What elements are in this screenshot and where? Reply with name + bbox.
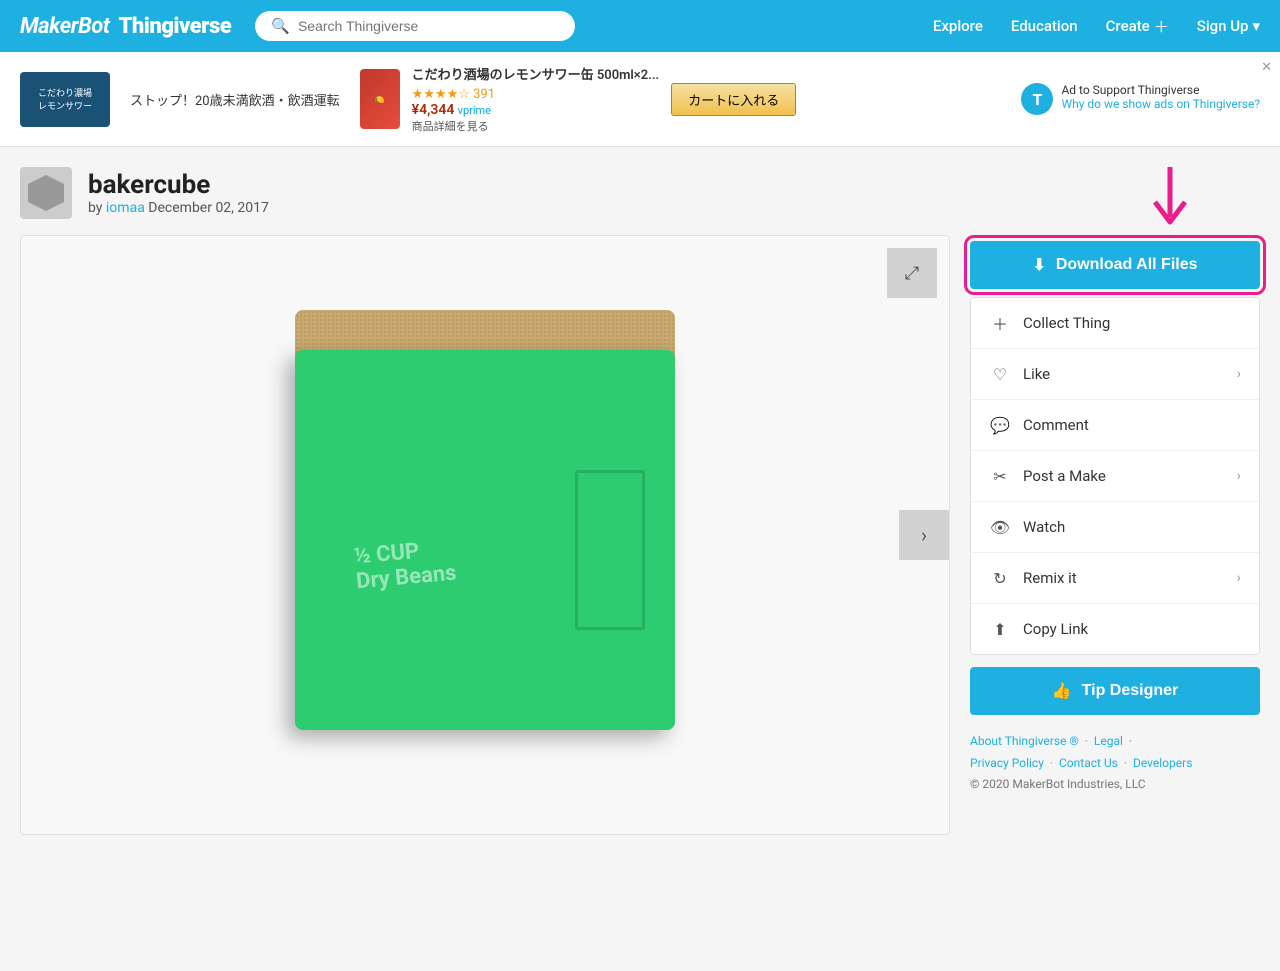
nav-education[interactable]: Education xyxy=(1011,17,1078,35)
search-input[interactable] xyxy=(298,18,559,34)
ad-product-info: こだわり酒場のレモンサワー缶 500ml×2... ★★★★☆ 391 ¥4,3… xyxy=(412,64,660,134)
ad-banner: こだわり濃場レモンサワー ストップ！20歳未満飲酒・飲酒運転 🍋 こだわり酒場の… xyxy=(0,52,1280,147)
logo-thingiverse: Thingiverse xyxy=(118,14,231,39)
author-link[interactable]: iomaa xyxy=(106,200,145,216)
red-arrow-icon xyxy=(1140,167,1200,237)
remix-icon: ↻ xyxy=(989,567,1011,589)
expand-button[interactable]: ⤢ xyxy=(887,248,937,298)
remix-item[interactable]: ↻ Remix it › xyxy=(971,553,1259,604)
ad-stars: ★★★★☆ 391 xyxy=(412,87,660,102)
next-image-button[interactable]: › xyxy=(899,510,949,560)
post-make-item[interactable]: ✂ Post a Make › xyxy=(971,451,1259,502)
collect-thing-item[interactable]: ＋ Collect Thing xyxy=(971,298,1259,349)
tip-icon: 👍 xyxy=(1052,681,1072,701)
nav-create[interactable]: Create ＋ xyxy=(1106,16,1169,37)
tip-designer-button[interactable]: 👍 Tip Designer xyxy=(970,667,1260,715)
sidebar: ⬇ Download All Files ＋ Collect Thing ♡ L… xyxy=(970,167,1260,835)
avatar-shape xyxy=(28,175,64,211)
post-make-chevron-icon: › xyxy=(1237,468,1241,484)
footer-developers-link[interactable]: Developers xyxy=(1133,756,1192,770)
collect-icon: ＋ xyxy=(989,312,1011,334)
action-list: ＋ Collect Thing ♡ Like › 💬 Comment xyxy=(970,297,1260,655)
main-image: ½ CUPDry Beans xyxy=(21,236,949,834)
footer-copyright: © 2020 MakerBot Industries, LLC xyxy=(970,774,1260,796)
ad-buy-button[interactable]: カートに入れる xyxy=(671,83,796,116)
ad-content: こだわり濃場レモンサワー ストップ！20歳未満飲酒・飲酒運転 🍋 こだわり酒場の… xyxy=(20,64,1021,134)
post-make-icon: ✂ xyxy=(989,465,1011,487)
nav-signup[interactable]: Sign Up ▾ xyxy=(1197,17,1260,35)
ad-product: 🍋 こだわり酒場のレモンサワー缶 500ml×2... ★★★★☆ 391 ¥4… xyxy=(360,64,797,134)
avatar xyxy=(20,167,72,219)
download-icon: ⬇ xyxy=(1032,255,1045,275)
comment-item[interactable]: 💬 Comment xyxy=(971,400,1259,451)
footer-contact-link[interactable]: Contact Us xyxy=(1059,756,1118,770)
ad-can-image: 🍋 xyxy=(360,69,400,129)
logo-makerbot: MakerBot xyxy=(20,14,110,39)
ad-t-logo: T xyxy=(1021,83,1053,115)
like-icon: ♡ xyxy=(989,363,1011,385)
watch-item[interactable]: 👁 Watch xyxy=(971,502,1259,553)
ad-support-text: Ad to Support Thingiverse Why do we show… xyxy=(1061,83,1260,111)
footer-legal-link[interactable]: Legal xyxy=(1094,734,1123,748)
arrow-annotation xyxy=(970,167,1260,237)
header: MakerBot Thingiverse 🔍 Explore Education… xyxy=(0,0,1280,52)
logo[interactable]: MakerBot Thingiverse xyxy=(20,14,231,39)
footer-about-link[interactable]: About Thingiverse ® xyxy=(970,734,1079,748)
like-item[interactable]: ♡ Like › xyxy=(971,349,1259,400)
thing-header: bakercube by iomaa December 02, 2017 xyxy=(20,167,950,219)
content-area: bakercube by iomaa December 02, 2017 ½ C… xyxy=(20,167,950,835)
thing-info: bakercube by iomaa December 02, 2017 xyxy=(88,170,269,216)
cube-label: ½ CUPDry Beans xyxy=(353,536,457,595)
thing-image: ½ CUPDry Beans xyxy=(275,310,695,760)
footer-links: About Thingiverse ® · Legal · Privacy Po… xyxy=(970,731,1260,796)
ad-support: T Ad to Support Thingiverse Why do we sh… xyxy=(1021,83,1260,115)
download-all-button[interactable]: ⬇ Download All Files xyxy=(970,241,1260,289)
plus-icon: ＋ xyxy=(1154,16,1169,37)
remix-chevron-icon: › xyxy=(1237,570,1241,586)
comment-icon: 💬 xyxy=(989,414,1011,436)
thing-title: bakercube xyxy=(88,170,269,200)
main-image-container: ½ CUPDry Beans ⤢ › xyxy=(20,235,950,835)
cube-body: ½ CUPDry Beans xyxy=(295,350,675,730)
nav-explore[interactable]: Explore xyxy=(933,17,983,35)
main-nav: Explore Education Create ＋ Sign Up ▾ xyxy=(933,16,1260,37)
watch-icon: 👁 xyxy=(989,516,1011,538)
thing-author: by iomaa December 02, 2017 xyxy=(88,200,269,216)
search-icon: 🔍 xyxy=(271,17,290,35)
ad-close-icon[interactable]: ✕ xyxy=(1261,60,1272,75)
like-chevron-icon: › xyxy=(1237,366,1241,382)
chevron-down-icon: ▾ xyxy=(1252,17,1260,35)
cube-groove xyxy=(575,470,645,630)
ad-logo: こだわり濃場レモンサワー xyxy=(20,72,110,127)
ad-why-link[interactable]: Why do we show ads on Thingiverse? xyxy=(1061,97,1260,111)
search-bar[interactable]: 🔍 xyxy=(255,11,575,41)
copy-link-item[interactable]: ⬆ Copy Link xyxy=(971,604,1259,654)
ad-text: ストップ！20歳未満飲酒・飲酒運転 xyxy=(130,90,340,109)
footer-privacy-link[interactable]: Privacy Policy xyxy=(970,756,1044,770)
main-container: bakercube by iomaa December 02, 2017 ½ C… xyxy=(0,147,1280,855)
copy-link-icon: ⬆ xyxy=(989,618,1011,640)
